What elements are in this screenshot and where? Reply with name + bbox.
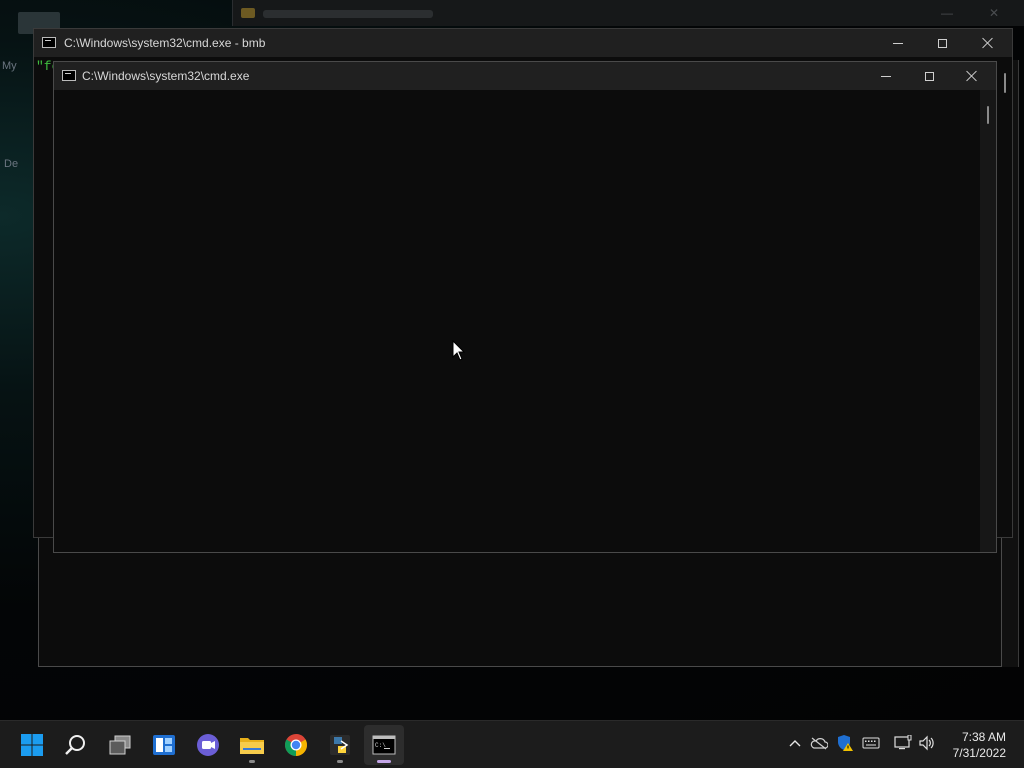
chat-button[interactable] [188,725,228,765]
defender-warning-icon[interactable] [836,734,854,752]
svg-text:C:\: C:\ [375,742,386,749]
widgets-icon [153,735,175,755]
close-button[interactable] [966,29,1010,57]
windows-logo-icon [21,734,43,756]
running-indicator [249,760,255,763]
task-view-icon [109,735,131,755]
maximize-icon [924,71,934,81]
search-button[interactable] [56,725,96,765]
scroll-thumb[interactable] [987,106,989,124]
scrollbar[interactable] [980,90,996,552]
speaker-icon[interactable] [918,734,936,752]
chevron-up-icon[interactable] [786,734,804,752]
minimize-icon[interactable]: — [941,6,953,20]
window-title-blurred [263,10,433,18]
window-title: C:\Windows\system32\cmd.exe [82,69,250,83]
maximize-button[interactable] [920,29,964,57]
minimize-button[interactable] [876,29,920,57]
close-button[interactable] [950,62,994,90]
window-title: C:\Windows\system32\cmd.exe - bmb [64,36,266,50]
folder-icon [240,738,264,754]
close-icon[interactable]: ✕ [989,6,999,20]
title-bar[interactable]: C:\Windows\system32\cmd.exe [54,62,996,90]
cmd-app-icon [62,70,76,81]
background-window-frame [38,536,1002,667]
python-app-button[interactable] [320,725,360,765]
desktop-icon-label[interactable]: De [4,158,18,170]
network-icon[interactable] [894,734,912,752]
start-button[interactable] [12,725,52,765]
background-explorer-window[interactable]: — ✕ [232,0,1024,26]
minimize-icon [893,42,903,44]
file-explorer-button[interactable] [232,725,272,765]
desktop-icon-label[interactable]: My [2,60,17,72]
console-window-cmd[interactable]: C:\Windows\system32\cmd.exe [53,61,997,553]
cmd-button[interactable]: C:\ [364,725,404,765]
clock-time: 7:38 AM [961,730,1006,744]
terminal-icon: C:\ [372,735,396,755]
clock-date: 7/31/2022 [952,746,1006,760]
chrome-icon [285,734,307,756]
mouse-cursor-icon [452,340,466,361]
maximize-button[interactable] [907,62,951,90]
scrollbar[interactable] [998,63,1012,537]
chrome-button[interactable] [276,725,316,765]
console-body[interactable] [54,90,980,552]
widgets-button[interactable] [144,725,184,765]
running-indicator [337,760,343,763]
taskbar: C:\ 7:38 AM 7/31/2022 [0,720,1024,768]
close-icon [966,70,978,82]
task-view-button[interactable] [100,725,140,765]
scroll-thumb[interactable] [1004,73,1006,93]
onedrive-icon[interactable] [810,734,828,752]
keyboard-icon[interactable] [862,734,880,752]
close-icon [982,37,994,49]
clock[interactable]: 7:38 AM 7/31/2022 [953,729,1006,761]
search-icon [65,735,85,755]
minimize-button[interactable] [864,62,908,90]
folder-icon [241,8,255,18]
cmd-app-icon [42,37,56,48]
title-bar[interactable]: C:\Windows\system32\cmd.exe - bmb [34,29,1012,57]
minimize-icon [881,75,891,77]
active-indicator [377,760,391,763]
maximize-icon [937,38,947,48]
teams-chat-icon [197,734,219,756]
python-icon [330,735,350,755]
